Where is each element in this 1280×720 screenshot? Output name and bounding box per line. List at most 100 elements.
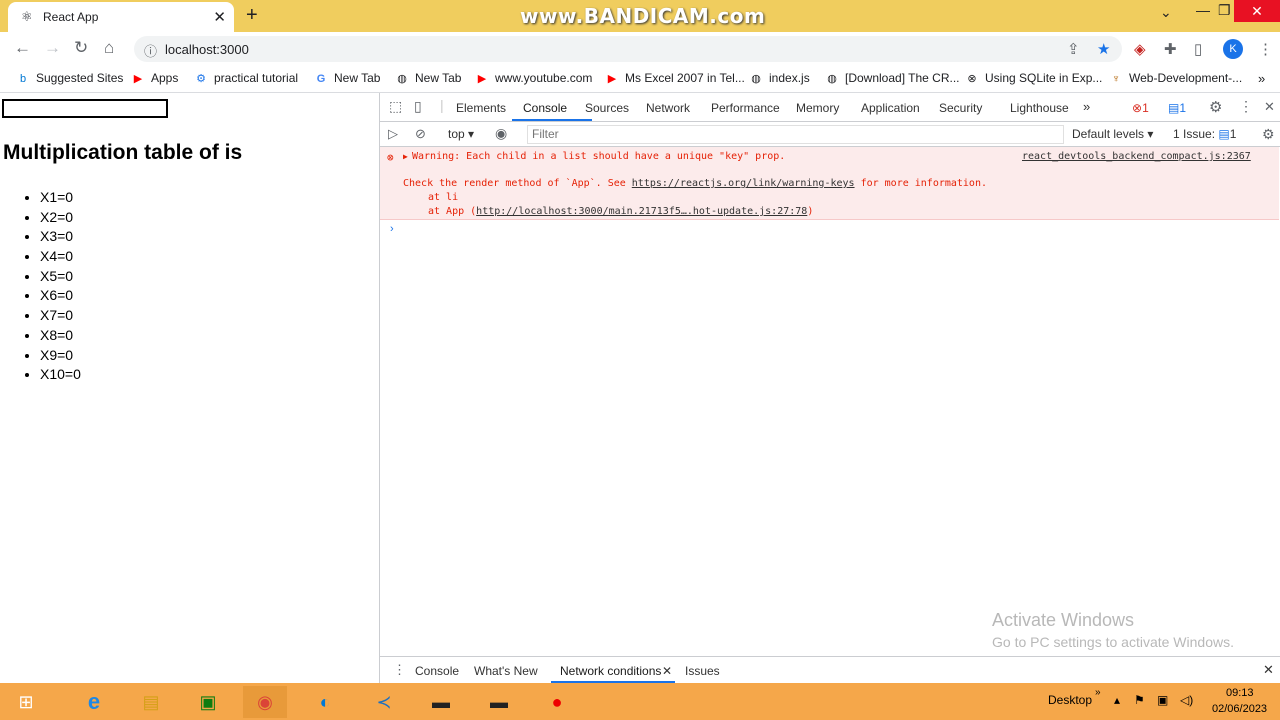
bookmarks-overflow-icon[interactable]: » [1258,71,1265,86]
bandicam-record-icon[interactable]: ● [535,686,579,718]
message-count-badge[interactable]: ▤1 [1168,101,1186,115]
home-icon[interactable]: ⌂ [104,38,114,58]
bookmark-item[interactable]: ◍ [Download] The CR... [825,71,959,85]
bookmark-item[interactable]: ◍ New Tab [395,71,461,85]
device-toggle-icon[interactable]: ▯ [414,98,422,115]
cmd-icon[interactable]: ▬ [419,686,463,718]
tab-lighthouse[interactable]: Lighthouse [1010,101,1069,115]
console-toolbar: ▷ ⊘ top ▾ ◉ Filter Default levels ▾ 1 Is… [380,122,1280,147]
menu-icon[interactable]: ⋮ [1258,40,1273,58]
close-tab-icon[interactable]: ✕ [213,8,226,26]
context-selector[interactable]: top ▾ [448,127,474,141]
tab-sources[interactable]: Sources [585,101,629,115]
cmd-icon[interactable]: ▬ [477,686,521,718]
volume-icon[interactable]: ◁) [1180,693,1193,707]
bookmark-item[interactable]: ⊗ Using SQLite in Exp... [965,71,1102,85]
reload-icon[interactable]: ↻ [74,38,88,58]
bookmark-item[interactable]: ▶ www.youtube.com [475,71,593,85]
new-tab-button[interactable]: + [246,4,258,27]
tab-application[interactable]: Application [861,101,920,115]
bookmark-item[interactable]: b Suggested Sites [16,71,123,85]
kebab-menu-icon[interactable]: ⋮ [1239,98,1253,115]
eye-icon[interactable]: ◉ [495,125,507,142]
error-count-badge[interactable]: ⊗1 [1132,101,1149,115]
ie-icon[interactable]: e [72,686,116,718]
tab-elements[interactable]: Elements [456,101,506,115]
log-levels-dropdown[interactable]: Default levels ▾ [1072,127,1153,141]
filter-input[interactable]: Filter [527,125,1064,144]
minimize-button[interactable]: — [1196,2,1210,18]
bookmark-item[interactable]: ◍ index.js [749,71,810,85]
extension-icon[interactable]: ◈ [1134,40,1146,58]
drawer-tab-issues[interactable]: Issues [685,664,720,678]
warning-text: Warning: Each child in a list should hav… [412,151,786,162]
bookmark-item[interactable]: G New Tab [314,71,381,85]
clock-time[interactable]: 09:13 [1226,687,1254,699]
console-settings-icon[interactable]: ⚙ [1262,126,1275,143]
clear-console-icon[interactable]: ⊘ [415,126,426,142]
forward-icon[interactable]: → [44,38,61,58]
stack-line: at li [428,192,459,203]
network-icon[interactable]: ▣ [1157,693,1168,707]
chrome-icon[interactable]: ◉ [243,686,287,718]
toolbar-expand-icon[interactable]: » [1095,687,1101,698]
restore-button[interactable]: ❐ [1218,2,1231,19]
tab-console[interactable]: Console [523,101,567,115]
more-tabs-icon[interactable]: » [1083,99,1090,114]
tray-up-arrow-icon[interactable]: ▴ [1114,693,1120,707]
browser-tab[interactable]: ⚛ React App ✕ [8,2,234,32]
youtube-icon: ▶ [477,73,487,85]
store-icon[interactable]: ▣ [186,686,230,718]
list-item: X5=0 [40,267,81,287]
window-close-button[interactable]: ✕ [1234,0,1280,22]
drawer-tab-console[interactable]: Console [415,664,459,678]
file-explorer-icon[interactable]: ▤ [129,686,173,718]
close-drawer-tab-icon[interactable]: ✕ [662,664,672,678]
react-icon: ⚛ [21,9,33,24]
inspect-icon[interactable]: ⬚ [389,98,402,115]
list-item: X6=0 [40,286,81,306]
console-prompt[interactable]: › [390,223,394,235]
warning-source-link[interactable]: react_devtools_backend_compact.js:2367 [1022,151,1251,162]
share-icon[interactable]: ⇪ [1067,40,1080,58]
drawer-menu-icon[interactable]: ⋮ [393,662,406,678]
stack-line: at App (http://localhost:3000/main.21713… [428,206,814,217]
clock-date[interactable]: 02/06/2023 [1212,703,1267,715]
bookmark-item[interactable]: ♆ Web-Development-... [1109,71,1242,85]
edge-icon[interactable]: ◐ [303,686,347,718]
number-input[interactable] [2,99,168,118]
message-icon: ▤ [1168,101,1180,115]
settings-icon[interactable]: ⚙ [1209,98,1222,116]
drawer-tab-whats-new[interactable]: What's New [474,664,538,678]
bookmark-item[interactable]: ▶ Ms Excel 2007 in Tel... [605,71,745,85]
tab-performance[interactable]: Performance [711,101,780,115]
sidebar-toggle-icon[interactable]: ▷ [388,126,398,142]
bookmark-item[interactable]: ▶ Apps [131,71,179,85]
bookmark-item[interactable]: ⚙ practical tutorial [194,71,298,85]
address-bar[interactable]: ⓘ localhost:3000 [134,36,1122,62]
flag-icon[interactable]: ⚑ [1134,693,1145,707]
tab-security[interactable]: Security [939,101,982,115]
vscode-icon[interactable]: ≺ [362,686,406,718]
warning-keys-link[interactable]: https://reactjs.org/link/warning-keys [632,178,855,189]
site-info-icon[interactable]: ⓘ [144,41,157,60]
tab-search-icon[interactable]: ⌄ [1160,4,1172,21]
profile-avatar[interactable]: K [1223,39,1243,59]
stack-link[interactable]: http://localhost:3000/main.21713f5….hot-… [476,206,807,217]
desktop-toolbar-label[interactable]: Desktop [1048,693,1092,707]
start-icon[interactable]: ⊞ [4,686,48,718]
tab-memory[interactable]: Memory [796,101,839,115]
close-drawer-icon[interactable]: ✕ [1263,662,1274,678]
drawer-tab-network-conditions[interactable]: Network conditions [560,664,661,678]
sidebar-icon[interactable]: ▯ [1194,40,1202,58]
google-icon: G [316,73,326,85]
close-devtools-icon[interactable]: ✕ [1264,99,1275,115]
bookmarks-bar: b Suggested Sites ▶ Apps ⚙ practical tutori… [0,66,1280,93]
issues-button[interactable]: 1 Issue: ▤1 [1173,127,1236,141]
back-icon[interactable]: ← [14,38,31,58]
url-text[interactable]: localhost:3000 [165,42,249,57]
expand-arrow-icon[interactable]: ▶ [403,152,408,161]
bookmark-star-icon[interactable]: ★ [1097,40,1110,58]
tab-network[interactable]: Network [646,101,690,115]
puzzle-icon[interactable]: ✚ [1164,40,1177,58]
